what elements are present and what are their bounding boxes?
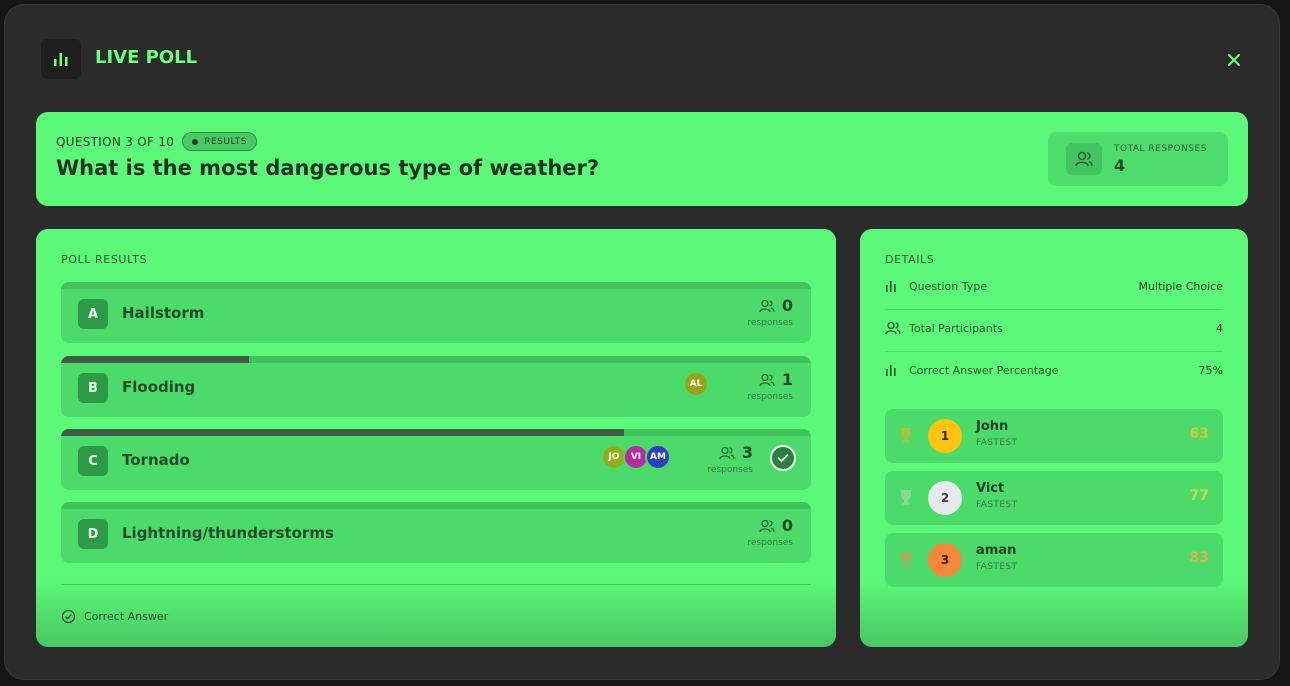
response-count-value: 3 xyxy=(741,443,753,462)
response-count-value: 0 xyxy=(781,516,793,535)
question-text: What is the most dangerous type of weath… xyxy=(56,156,600,180)
option-bar-track xyxy=(61,502,811,509)
poll-results-card: POLL RESULTS A Hailstorm 0 responses B F… xyxy=(36,229,836,647)
results-badge: RESULTS xyxy=(182,132,257,151)
users-icon xyxy=(759,299,775,313)
detail-key: Correct Answer Percentage xyxy=(909,364,1059,377)
option-bar-track xyxy=(61,282,811,289)
leaderboard-item: 2 Vict FASTEST 77 xyxy=(885,471,1223,525)
option-bar-track xyxy=(61,429,811,436)
response-count: 1 responses xyxy=(723,370,793,404)
avatar: AM xyxy=(645,444,671,470)
modal-title: LIVE POLL xyxy=(95,47,198,68)
response-count: 3 responses xyxy=(683,443,753,477)
option-bar-fill xyxy=(61,356,249,363)
detail-value: Multiple Choice xyxy=(1138,280,1223,293)
question-card: QUESTION 3 OF 10 RESULTS What is the mos… xyxy=(36,112,1248,206)
player-score: 83 xyxy=(1189,550,1209,566)
player-score: 77 xyxy=(1189,488,1209,504)
response-count-value: 1 xyxy=(781,370,793,389)
total-responses-label: TOTAL RESPONSES xyxy=(1114,144,1207,154)
option-text: Hailstorm xyxy=(122,304,205,322)
detail-value: 75% xyxy=(1198,364,1223,377)
total-responses-value: 4 xyxy=(1114,156,1126,175)
voter-avatars: JO VI AM xyxy=(601,444,671,470)
player-name: aman xyxy=(976,543,1017,558)
correct-answer-legend: Correct Answer xyxy=(61,609,168,624)
trophy-icon xyxy=(901,428,911,443)
responses-label: responses xyxy=(747,318,793,328)
option-a[interactable]: A Hailstorm 0 responses xyxy=(61,282,811,343)
response-count: 0 responses xyxy=(723,296,793,330)
leaderboard-item: 1 John FASTEST 63 xyxy=(885,409,1223,463)
option-letter: C xyxy=(78,446,108,476)
player-subtitle: FASTEST xyxy=(976,438,1018,448)
close-button[interactable] xyxy=(1217,43,1251,77)
bar-chart-icon xyxy=(886,281,896,292)
bar-chart-icon xyxy=(41,39,81,79)
bar-chart-icon xyxy=(886,365,896,376)
check-circle-icon xyxy=(61,609,76,624)
avatar: AL xyxy=(683,371,709,397)
users-icon xyxy=(885,321,901,335)
detail-row-correct-percentage: Correct Answer Percentage 75% xyxy=(885,352,1223,394)
player-name: Vict xyxy=(976,481,1005,496)
player-subtitle: FASTEST xyxy=(976,562,1018,572)
detail-key: Question Type xyxy=(909,280,987,293)
option-bar-track xyxy=(61,356,811,363)
response-count: 0 responses xyxy=(723,516,793,550)
detail-row-question-type: Question Type Multiple Choice xyxy=(885,268,1223,310)
detail-row-total-participants: Total Participants 4 xyxy=(885,310,1223,352)
responses-label: responses xyxy=(707,465,753,475)
rank-badge: 2 xyxy=(928,481,962,515)
option-b[interactable]: B Flooding AL 1 responses xyxy=(61,356,811,417)
player-score: 63 xyxy=(1189,426,1209,442)
voter-avatars: AL xyxy=(683,371,709,397)
check-circle-icon xyxy=(770,445,796,471)
leaderboard-item: 3 aman FASTEST 83 xyxy=(885,533,1223,587)
response-count-value: 0 xyxy=(781,296,793,315)
badge-label: RESULTS xyxy=(204,136,247,147)
responses-label: responses xyxy=(747,538,793,548)
details-label: DETAILS xyxy=(885,253,935,266)
option-letter: D xyxy=(78,519,108,549)
trophy-icon xyxy=(901,552,911,567)
divider xyxy=(61,584,811,585)
option-text: Flooding xyxy=(122,378,196,396)
option-text: Lightning/thunderstorms xyxy=(122,524,334,542)
badge-dot-icon xyxy=(192,138,199,145)
users-icon xyxy=(759,519,775,533)
rank-badge: 3 xyxy=(928,543,962,577)
detail-key: Total Participants xyxy=(909,322,1003,335)
option-bar-fill xyxy=(61,429,624,436)
details-card: DETAILS Question Type Multiple Choice To… xyxy=(860,229,1248,647)
detail-value: 4 xyxy=(1216,322,1223,335)
option-c[interactable]: C Tornado JO VI AM 3 responses xyxy=(61,429,811,490)
option-letter: A xyxy=(78,299,108,329)
close-icon xyxy=(1228,54,1240,66)
player-subtitle: FASTEST xyxy=(976,500,1018,510)
question-counter: QUESTION 3 OF 10 xyxy=(56,134,175,149)
users-icon xyxy=(719,446,735,460)
users-icon xyxy=(759,373,775,387)
poll-results-label: POLL RESULTS xyxy=(61,253,148,266)
player-name: John xyxy=(976,419,1009,434)
responses-label: responses xyxy=(747,392,793,402)
users-icon xyxy=(1066,143,1102,175)
legend-text: Correct Answer xyxy=(84,610,169,623)
option-d[interactable]: D Lightning/thunderstorms 0 responses xyxy=(61,502,811,563)
total-responses-box: TOTAL RESPONSES 4 xyxy=(1048,132,1228,186)
option-text: Tornado xyxy=(122,451,190,469)
trophy-icon xyxy=(901,490,911,505)
option-letter: B xyxy=(78,373,108,403)
rank-badge: 1 xyxy=(928,419,962,453)
